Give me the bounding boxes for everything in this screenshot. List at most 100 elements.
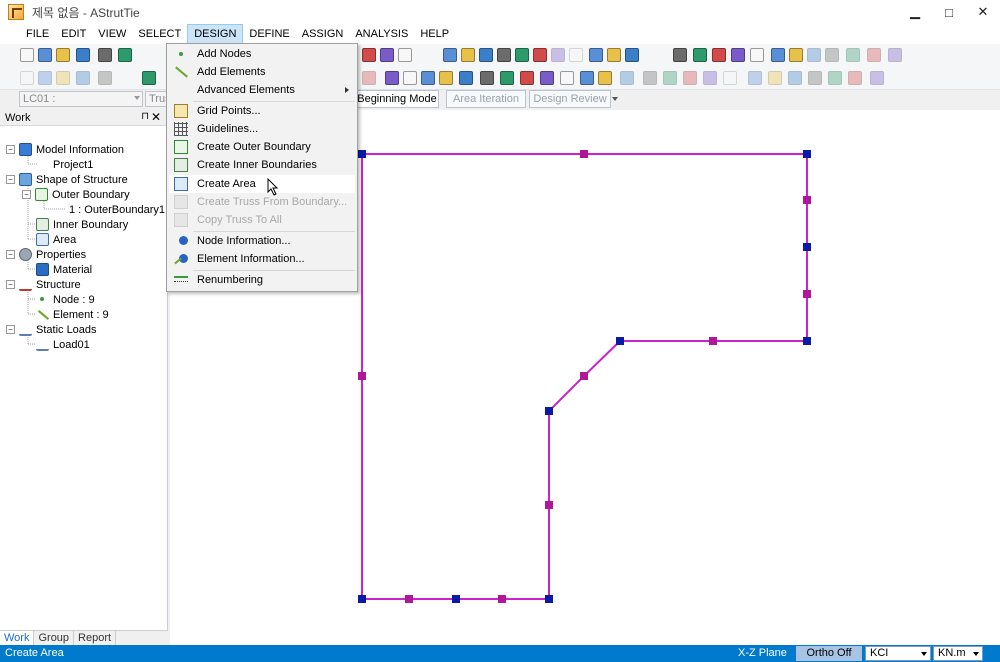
toolbar-tool-icon[interactable] xyxy=(38,48,52,62)
toolbar-tool-icon[interactable] xyxy=(500,71,514,85)
toolbar-tool-icon[interactable] xyxy=(38,71,52,85)
menu-create-truss-from-boundary[interactable]: Create Truss From Boundary... xyxy=(169,193,355,211)
toolbar-tool-icon[interactable] xyxy=(142,71,156,85)
tree-item-material[interactable]: Material xyxy=(36,262,92,277)
menu-guidelines[interactable]: Guidelines... xyxy=(169,120,355,138)
toolbar-tool-icon[interactable] xyxy=(421,71,435,85)
tree-item-outer-boundary[interactable]: − Outer Boundary xyxy=(22,187,130,202)
menu-file[interactable]: FILE xyxy=(20,24,55,44)
toolbar-tool-icon[interactable] xyxy=(643,71,657,85)
boundary-midpoint-node[interactable] xyxy=(498,595,506,603)
menu-advanced-elements[interactable]: Advanced Elements xyxy=(169,81,355,99)
tree-item-shape-of-structure[interactable]: − Shape of Structure xyxy=(6,172,128,187)
menu-grid-points[interactable]: Grid Points... xyxy=(169,102,355,120)
tab-report[interactable]: Report xyxy=(74,631,117,645)
toolbar-tool-icon[interactable] xyxy=(497,48,511,62)
toolbar-tool-icon[interactable] xyxy=(461,48,475,62)
collapse-icon[interactable]: − xyxy=(22,190,31,199)
boundary-node[interactable] xyxy=(545,595,553,603)
toolbar-tool-icon[interactable] xyxy=(789,48,803,62)
collapse-icon[interactable]: − xyxy=(6,175,15,184)
toolbar-tool-icon[interactable] xyxy=(56,71,70,85)
maximize-button[interactable]: □ xyxy=(932,0,966,24)
toolbar-tool-icon[interactable] xyxy=(750,48,764,62)
toolbar-tool-icon[interactable] xyxy=(98,48,112,62)
menu-select[interactable]: SELECT xyxy=(132,24,187,44)
toolbar-tool-icon[interactable] xyxy=(459,71,473,85)
tab-work[interactable]: Work xyxy=(0,631,35,645)
menu-add-nodes[interactable]: Add Nodes xyxy=(169,45,355,63)
toolbar-tool-icon[interactable] xyxy=(520,71,534,85)
boundary-midpoint-node[interactable] xyxy=(803,196,811,204)
boundary-node[interactable] xyxy=(452,595,460,603)
toolbar-tool-icon[interactable] xyxy=(625,48,639,62)
menu-edit[interactable]: EDIT xyxy=(55,24,92,44)
toolbar-tool-icon[interactable] xyxy=(825,48,839,62)
toolbar-tool-icon[interactable] xyxy=(362,48,376,62)
toolbar-tool-icon[interactable] xyxy=(403,71,417,85)
menu-node-information[interactable]: Node Information... xyxy=(169,232,355,250)
toolbar-tool-icon[interactable] xyxy=(385,71,399,85)
boundary-node[interactable] xyxy=(803,337,811,345)
toolbar-tool-icon[interactable] xyxy=(76,71,90,85)
menu-renumbering[interactable]: Renumbering xyxy=(169,271,355,289)
toolbar-tool-icon[interactable] xyxy=(768,71,782,85)
toolbar-tool-icon[interactable] xyxy=(551,48,565,62)
menu-create-area[interactable]: Create Area xyxy=(169,175,355,193)
tree-item-static-loads[interactable]: − Static Loads xyxy=(6,322,97,337)
menu-create-inner-boundaries[interactable]: Create Inner Boundaries xyxy=(169,156,355,174)
toolbar-tool-icon[interactable] xyxy=(20,48,34,62)
boundary-midpoint-node[interactable] xyxy=(358,372,366,380)
toolbar-tool-icon[interactable] xyxy=(540,71,554,85)
toolbar-tool-icon[interactable] xyxy=(118,48,132,62)
toolbar-tool-icon[interactable] xyxy=(480,71,494,85)
boundary-node[interactable] xyxy=(545,407,553,415)
toolbar-tool-icon[interactable] xyxy=(848,71,862,85)
code-combo[interactable]: KCI xyxy=(865,646,931,661)
toolbar-tool-icon[interactable] xyxy=(98,71,112,85)
toolbar-tool-icon[interactable] xyxy=(380,48,394,62)
tree-item-node[interactable]: Node : 9 xyxy=(36,292,95,307)
close-button[interactable]: ✕ xyxy=(966,0,1000,24)
toolbar-tool-icon[interactable] xyxy=(867,48,881,62)
tab-area-iteration[interactable]: Area Iteration xyxy=(446,90,526,108)
menu-create-outer-boundary[interactable]: Create Outer Boundary xyxy=(169,138,355,156)
boundary-midpoint-node[interactable] xyxy=(580,372,588,380)
toolbar-tool-icon[interactable] xyxy=(589,48,603,62)
panel-close-icon[interactable]: ✕ xyxy=(151,110,161,124)
collapse-icon[interactable]: − xyxy=(6,145,15,154)
toolbar-tool-icon[interactable] xyxy=(712,48,726,62)
toolbar-tool-icon[interactable] xyxy=(771,48,785,62)
menu-add-elements[interactable]: Add Elements xyxy=(169,63,355,81)
toolbar-tool-icon[interactable] xyxy=(76,48,90,62)
toolbar-tool-icon[interactable] xyxy=(533,48,547,62)
boundary-node[interactable] xyxy=(358,150,366,158)
boundary-node[interactable] xyxy=(803,243,811,251)
boundary-midpoint-node[interactable] xyxy=(545,501,553,509)
toolbar-tool-icon[interactable] xyxy=(598,71,612,85)
toolbar-tool-icon[interactable] xyxy=(693,48,707,62)
boundary-node[interactable] xyxy=(358,595,366,603)
tab-beginning-mode[interactable]: Beginning Mode xyxy=(355,90,439,108)
toolbar-tool-icon[interactable] xyxy=(683,71,697,85)
boundary-node[interactable] xyxy=(803,150,811,158)
toolbar-tool-icon[interactable] xyxy=(888,48,902,62)
tree-item-load01[interactable]: Load01 xyxy=(36,337,90,352)
minimize-button[interactable]: ▁ xyxy=(898,0,932,24)
menu-design[interactable]: DESIGN xyxy=(187,24,244,44)
menu-analysis[interactable]: ANALYSIS xyxy=(349,24,414,44)
toolbar-tool-icon[interactable] xyxy=(20,71,34,85)
toolbar-tool-icon[interactable] xyxy=(828,71,842,85)
toolbar-tool-icon[interactable] xyxy=(808,71,822,85)
toolbar-tool-icon[interactable] xyxy=(398,48,412,62)
tree-item-inner-boundary[interactable]: Inner Boundary xyxy=(36,217,128,232)
toolbar-tool-icon[interactable] xyxy=(870,71,884,85)
toolbar-tool-icon[interactable] xyxy=(362,71,376,85)
toolbar-tool-icon[interactable] xyxy=(620,71,634,85)
tree-item-area[interactable]: Area xyxy=(36,232,76,247)
load-case-combo[interactable]: LC01 : xyxy=(19,91,143,107)
tree-item-element[interactable]: Element : 9 xyxy=(36,307,109,322)
tree-item-outer-boundary-1[interactable]: 1 : OuterBoundary1 xyxy=(69,202,165,217)
toolbar-tool-icon[interactable] xyxy=(663,71,677,85)
toolbar-tool-icon[interactable] xyxy=(788,71,802,85)
